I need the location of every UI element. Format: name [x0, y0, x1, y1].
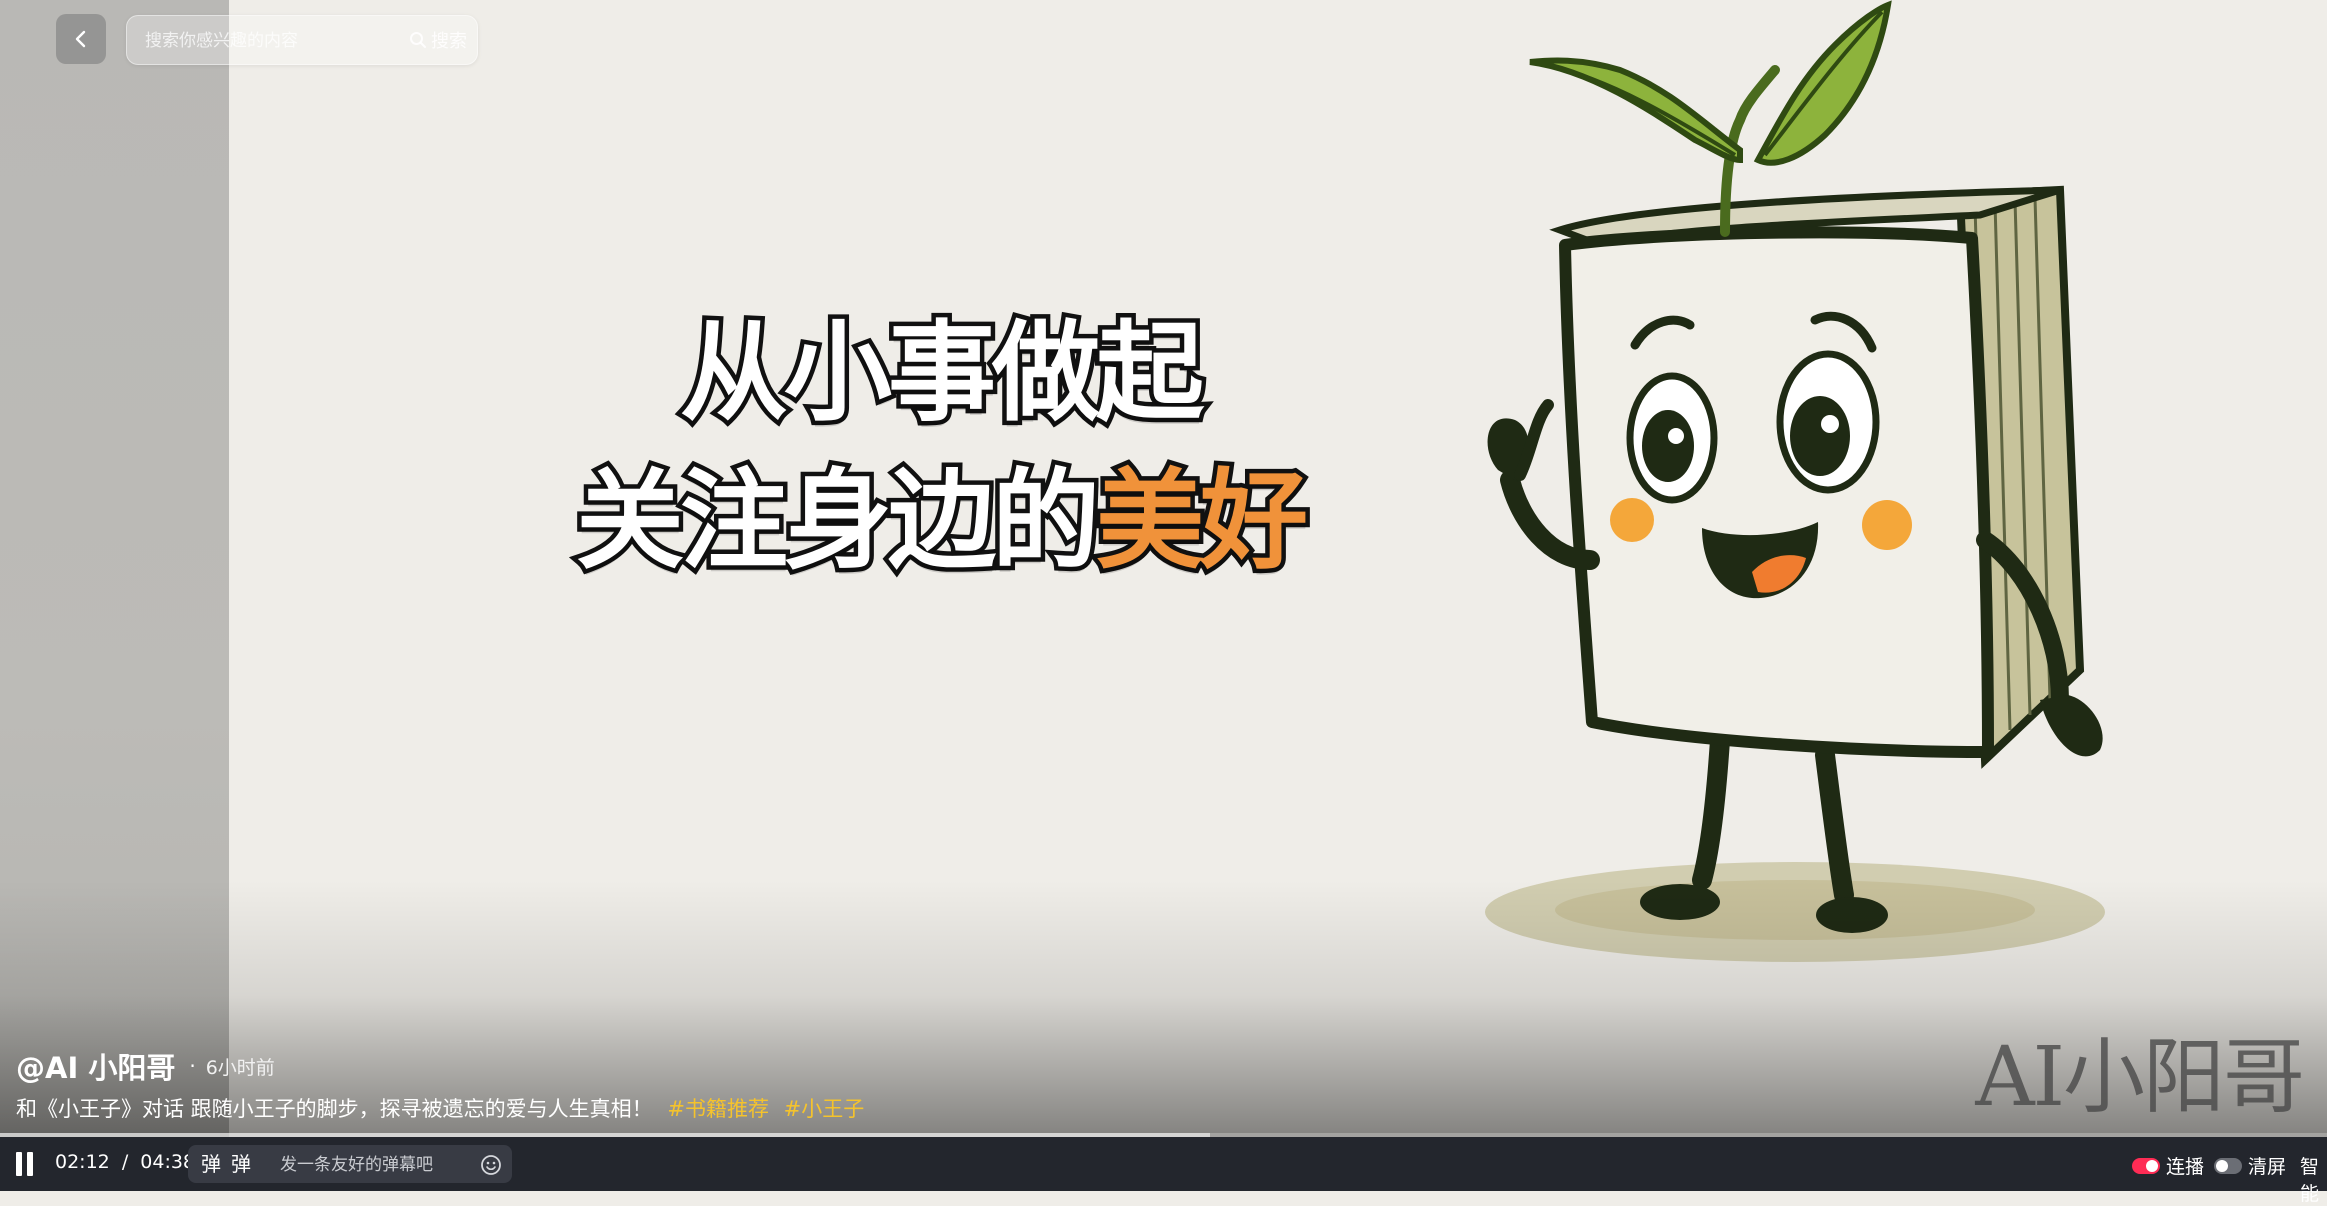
- post-time: 6小时前: [205, 1056, 275, 1079]
- clear-screen-label: 清屏: [2248, 1156, 2287, 1178]
- duration: 04:38: [140, 1151, 196, 1173]
- headline-accent: 美好: [1091, 455, 1312, 589]
- pause-icon-bar: [27, 1152, 33, 1176]
- danmu-settings-icon[interactable]: 弹: [228, 1152, 254, 1176]
- description-text: 和《小王子》对话 跟随小王子的脚步，探寻被遗忘的爱与人生真相！: [16, 1097, 653, 1121]
- current-time: 02:12: [55, 1151, 110, 1173]
- autoplay-switch[interactable]: [2132, 1157, 2160, 1174]
- danmu-input[interactable]: [278, 1145, 452, 1185]
- pause-icon: [16, 1152, 22, 1176]
- headline-line-2: 关注身边的美好: [560, 448, 1320, 596]
- emoji-icon[interactable]: [480, 1154, 502, 1176]
- autoplay-knob: [2146, 1159, 2158, 1172]
- autoplay-label: 连播: [2166, 1156, 2205, 1178]
- search-box: 搜索: [126, 15, 478, 66]
- player-control-bar: 02:12 / 04:38 弹 弹 连播 清屏 智能: [0, 1137, 2327, 1205]
- author-line: @AI 小阳哥 · 6小时前: [16, 1045, 275, 1087]
- time-display: 02:12 / 04:38: [55, 1151, 195, 1173]
- hashtag-books[interactable]: #书籍推荐: [667, 1097, 769, 1121]
- hashtag-little-prince[interactable]: #小王子: [784, 1097, 865, 1121]
- autoplay-toggle[interactable]: 连播: [2132, 1152, 2204, 1179]
- danmu-toggle-icon[interactable]: 弹: [198, 1152, 224, 1176]
- smart-button[interactable]: 智能: [2300, 1152, 2327, 1206]
- smart-label: 智能: [2300, 1156, 2320, 1205]
- headline-main: 关注身边的: [571, 455, 1104, 589]
- danmu-bar: 弹 弹: [188, 1145, 512, 1185]
- back-button[interactable]: [56, 14, 106, 64]
- search-input[interactable]: [143, 16, 377, 66]
- time-divider: /: [121, 1151, 129, 1173]
- book-mascot-illustration: [1485, 0, 2105, 962]
- clear-screen-switch[interactable]: [2214, 1157, 2242, 1174]
- pause-button[interactable]: [16, 1152, 38, 1176]
- clear-screen-toggle[interactable]: 清屏: [2214, 1152, 2286, 1179]
- post-description: 和《小王子》对话 跟随小王子的脚步，探寻被遗忘的爱与人生真相！ #书籍推荐 #小…: [16, 1093, 864, 1123]
- author-name[interactable]: @AI 小阳哥: [16, 1045, 175, 1087]
- search-button[interactable]: 搜索: [409, 26, 467, 54]
- search-icon: [410, 32, 426, 48]
- clear-screen-knob: [2216, 1159, 2228, 1172]
- back-icon: [75, 30, 86, 48]
- search-button-label: 搜索: [431, 31, 467, 52]
- author-separator: ·: [189, 1054, 196, 1078]
- video-watermark: AI小阳哥: [1975, 1030, 2305, 1125]
- video-headline: 从小事做起 关注身边的美好: [560, 300, 1320, 596]
- headline-line-1: 从小事做起: [675, 307, 1208, 441]
